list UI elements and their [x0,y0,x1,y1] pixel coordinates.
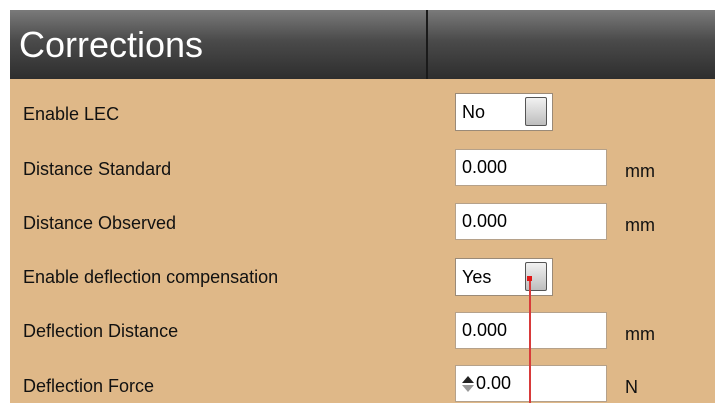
enable-lec-label: Enable LEC [23,104,120,124]
spin-updown-icon[interactable] [461,375,475,393]
deflection-distance-unit: mm [625,324,655,344]
distance-observed-label: Distance Observed [23,213,177,233]
enable-deflection-value: Yes [462,267,492,287]
deflection-force-label: Deflection Force [23,376,155,396]
deflection-distance-field[interactable]: 0.000 [455,312,607,349]
panel-title: Corrections [19,24,204,65]
toggle-knob-icon[interactable] [525,97,547,126]
enable-deflection-label: Enable deflection compensation [23,267,279,287]
distance-standard-field[interactable]: 0.000 [455,149,607,186]
corrections-panel: Corrections Enable LEC No Distance Stand… [10,10,715,403]
header-divider [426,10,428,79]
pointer-line [529,281,531,403]
deflection-force-value: 0.00 [476,373,512,393]
distance-standard-unit: mm [625,161,655,181]
enable-lec-toggle[interactable]: No [455,93,553,131]
distance-observed-field[interactable]: 0.000 [455,203,607,240]
enable-deflection-toggle[interactable]: Yes [455,258,553,296]
enable-lec-value: No [462,102,486,122]
distance-observed-unit: mm [625,215,655,235]
deflection-force-unit: N [625,377,638,397]
deflection-distance-label: Deflection Distance [23,321,179,341]
panel-header: Corrections [10,10,715,79]
distance-standard-label: Distance Standard [23,159,172,179]
deflection-force-spinner[interactable]: 0.00 [455,365,607,402]
